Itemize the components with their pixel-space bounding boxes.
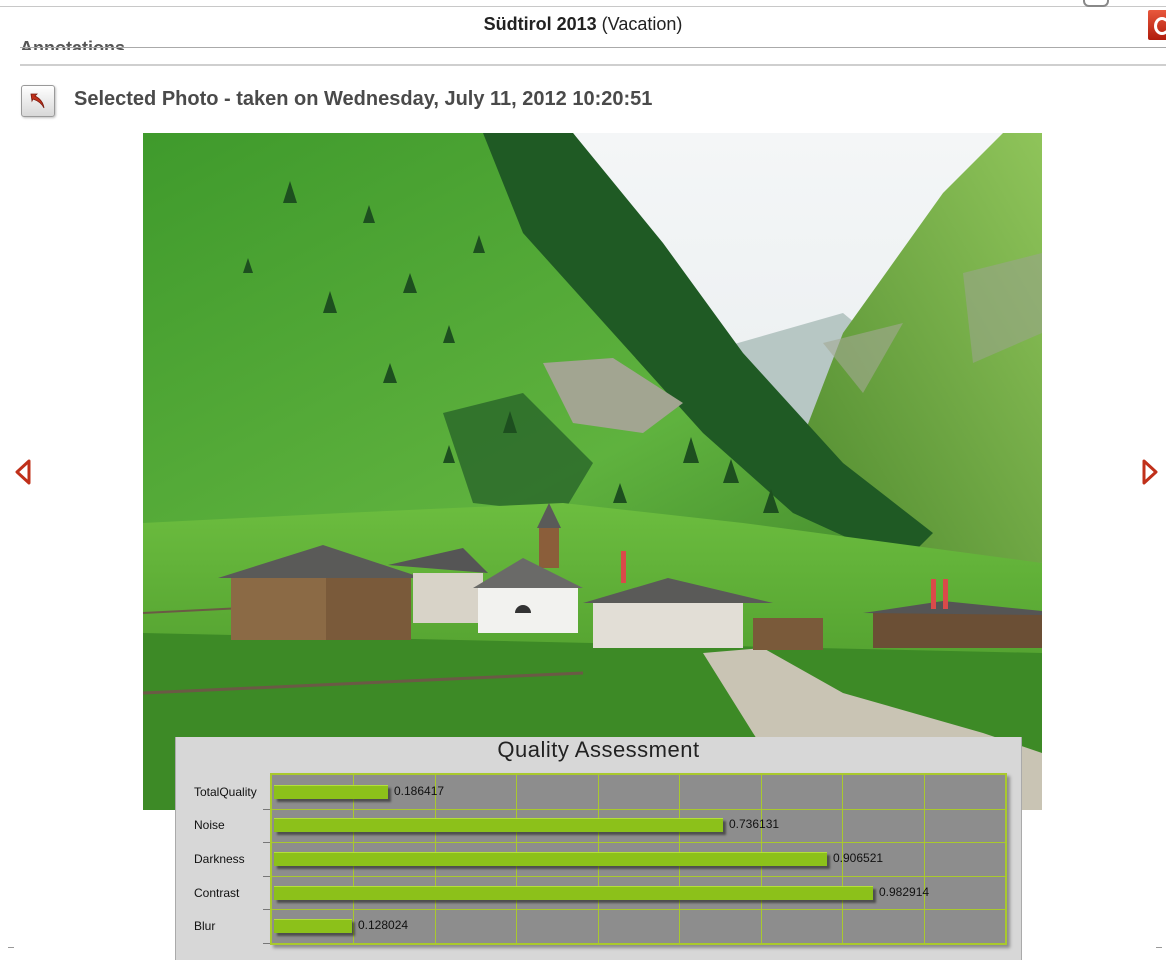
category-label: Contrast: [194, 886, 240, 900]
bar-value-label: 0.186417: [394, 784, 445, 798]
quality-assessment-panel: Quality Assessment 0.186417 0.736131 0.906…: [175, 737, 1022, 960]
bar-darkness: [274, 852, 827, 866]
axis-tick: [263, 943, 270, 944]
selected-photo[interactable]: [143, 133, 1042, 810]
axis-tick: [263, 876, 270, 877]
triangle-right-icon: [1142, 459, 1158, 485]
category-label: Noise: [194, 818, 225, 832]
triangle-left-icon: [15, 459, 31, 485]
bar-blur: [274, 919, 352, 933]
bar-value-label: 0.982914: [879, 885, 930, 899]
photo-landscape: [143, 133, 1042, 810]
axis-tick: [263, 809, 270, 810]
previous-photo-button[interactable]: [14, 458, 32, 486]
grid-line-horizontal: [272, 842, 1005, 843]
category-label: TotalQuality: [194, 785, 257, 799]
window-handle-icon: [1083, 0, 1109, 7]
back-button[interactable]: [21, 85, 55, 117]
album-title: Südtirol 2013 (Vacation): [0, 14, 1166, 35]
grid-line-horizontal: [272, 909, 1005, 910]
category-label: Darkness: [194, 852, 245, 866]
bar-noise: [274, 818, 723, 832]
category-label: Blur: [194, 919, 216, 933]
axis-tick: [263, 842, 270, 843]
edge-mark-right: [1156, 947, 1162, 948]
bar-contrast: [274, 886, 873, 900]
bar-value-label: 0.906521: [833, 851, 884, 865]
bar-value-label: 0.736131: [729, 817, 780, 831]
next-photo-button[interactable]: [1141, 458, 1159, 486]
grid-line-horizontal: [272, 809, 1005, 810]
back-arrow-icon: [30, 93, 45, 109]
grid-line-horizontal: [272, 876, 1005, 877]
bar-totalquality: [274, 785, 388, 799]
album-name: Südtirol 2013: [483, 14, 597, 34]
section-divider: [20, 47, 1166, 48]
chart-title: Quality Assessment: [497, 737, 700, 762]
power-icon[interactable]: [1148, 10, 1166, 40]
photo-heading: Selected Photo - taken on Wednesday, Jul…: [74, 88, 653, 110]
axis-tick: [263, 909, 270, 910]
top-divider: [0, 6, 1166, 7]
chart-plot-area: 0.186417 0.736131 0.906521 0.982914 0.128024: [270, 773, 1007, 945]
section-divider-lower: [20, 64, 1166, 66]
album-type: (Vacation): [601, 14, 683, 34]
bar-value-label: 0.128024: [358, 918, 409, 932]
grid-line-vertical: [924, 775, 925, 943]
edge-mark-left: [8, 947, 14, 948]
